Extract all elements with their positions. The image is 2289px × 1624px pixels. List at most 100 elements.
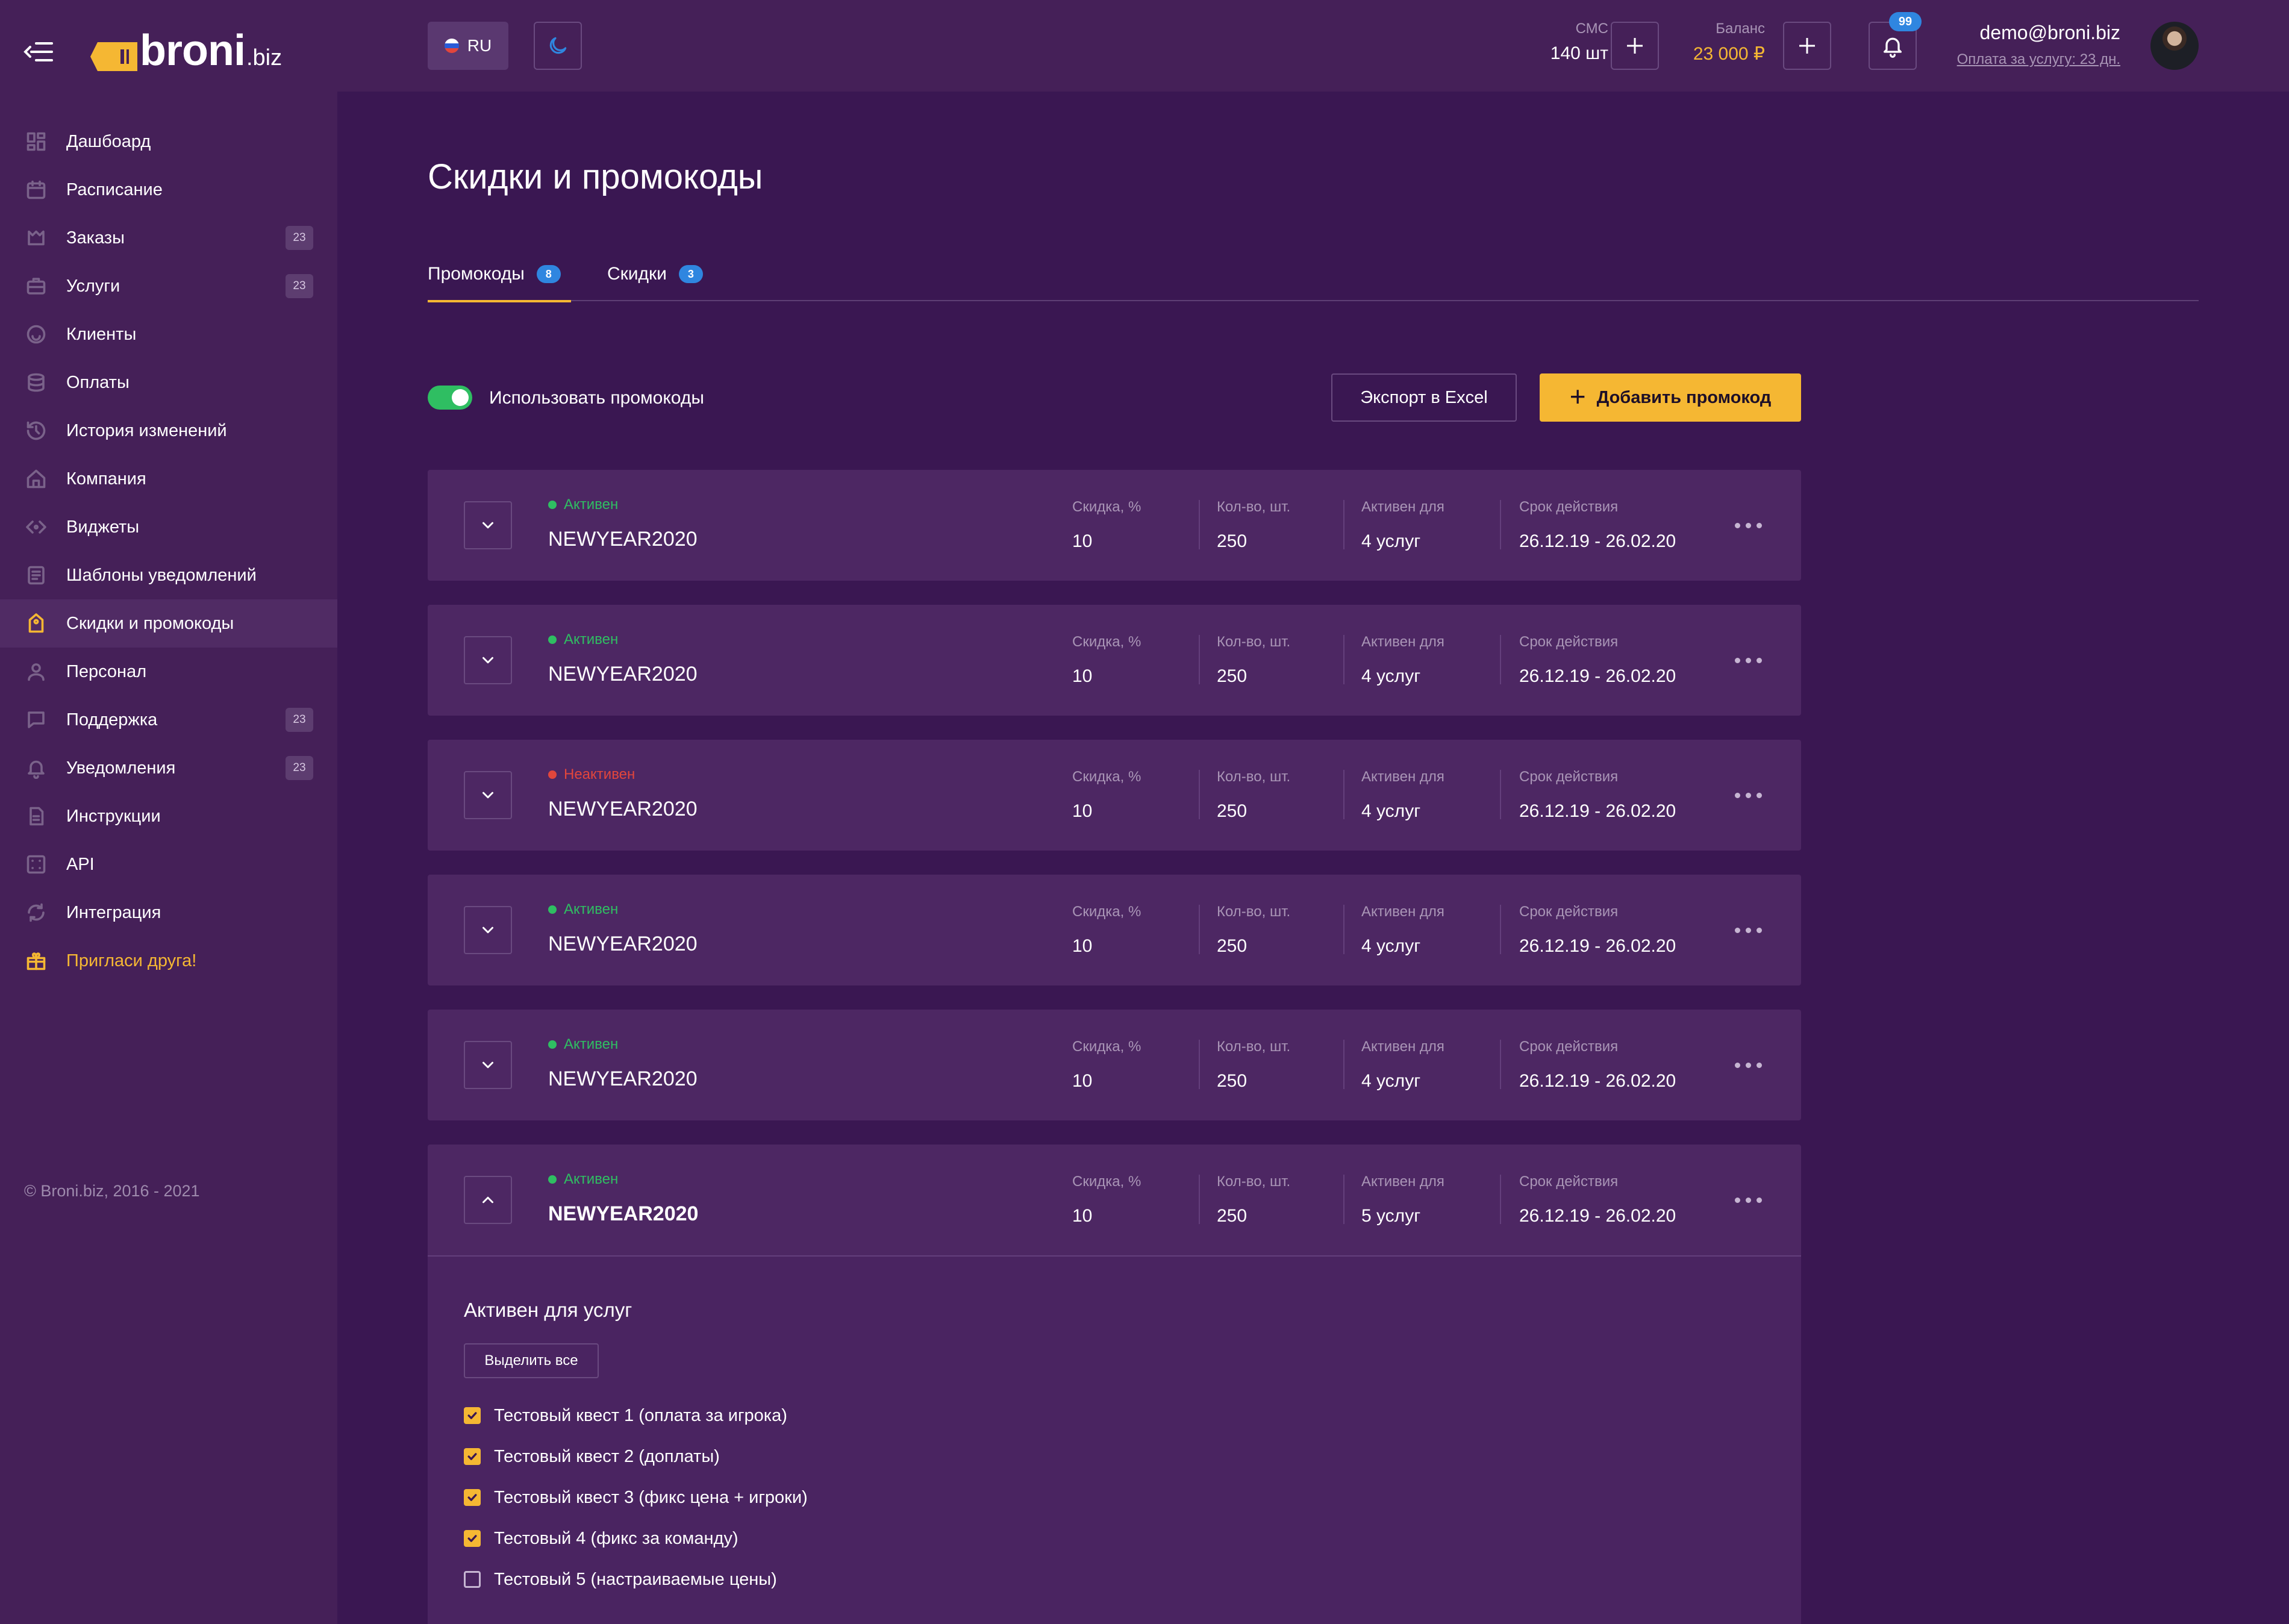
- sidebar-item-4[interactable]: Клиенты: [0, 310, 337, 358]
- promo-code: NEWYEAR2020: [548, 663, 698, 686]
- sidebar-item-badge: 23: [286, 756, 313, 780]
- tab-promocodes[interactable]: Промокоды 8: [428, 253, 571, 302]
- add-balance-button[interactable]: [1783, 22, 1831, 70]
- expand-button[interactable]: [464, 501, 512, 549]
- logo-text: broni: [140, 27, 246, 75]
- column-label: Активен для: [1361, 769, 1444, 785]
- export-excel-button[interactable]: Экспорт в Excel: [1331, 373, 1517, 422]
- notifications-button[interactable]: 99: [1869, 12, 1922, 70]
- service-checkbox-item[interactable]: Тестовый квест 1 (оплата за игрока): [464, 1404, 787, 1428]
- promo-active_for-column: Активен для 4 услуг: [1361, 769, 1444, 822]
- checkbox[interactable]: [464, 1407, 481, 1424]
- service-payment-link[interactable]: Оплата за услугу: 23 дн.: [1957, 51, 2120, 68]
- checkmark-icon: [467, 1412, 477, 1419]
- expand-button[interactable]: [464, 636, 512, 684]
- services-title: Активен для услуг: [464, 1299, 632, 1321]
- sidebar-item-12[interactable]: Поддержка 23: [0, 696, 337, 744]
- status-dot-icon: [548, 1175, 557, 1184]
- column-value: 4 услуг: [1361, 666, 1421, 686]
- column-value: 10: [1072, 1071, 1093, 1091]
- sidebar-item-11[interactable]: Персонал: [0, 648, 337, 696]
- bell-icon: [1884, 37, 1902, 58]
- promo-validity-column: Срок действия 26.12.19 - 26.02.20: [1519, 904, 1676, 957]
- sidebar-item-label: Пригласи друга!: [66, 951, 197, 970]
- service-label: Тестовый 4 (фикс за команду): [494, 1528, 739, 1548]
- sms-value: 140 шт: [1550, 43, 1608, 63]
- expand-button[interactable]: [464, 771, 512, 819]
- sidebar-item-label: Компания: [66, 469, 146, 489]
- more-options-icon[interactable]: [1735, 1198, 1762, 1203]
- expand-button[interactable]: [464, 906, 512, 954]
- sidebar-item-5[interactable]: Оплаты: [0, 358, 337, 407]
- add-sms-button[interactable]: [1611, 22, 1659, 70]
- checkbox[interactable]: [464, 1530, 481, 1547]
- sidebar-item-13[interactable]: Уведомления 23: [0, 744, 337, 792]
- sidebar-item-9[interactable]: Шаблоны уведомлений: [0, 551, 337, 599]
- sidebar-item-17[interactable]: Пригласи друга!: [0, 937, 337, 985]
- more-options-icon[interactable]: [1735, 658, 1762, 663]
- column-value: 4 услуг: [1361, 1071, 1421, 1091]
- column-divider: [1500, 905, 1501, 954]
- column-divider: [1500, 1175, 1501, 1224]
- service-checkbox-item[interactable]: Тестовый 4 (фикс за команду): [464, 1526, 739, 1551]
- sidebar-item-label: API: [66, 854, 95, 874]
- expand-button[interactable]: [464, 1041, 512, 1089]
- service-checkbox-item[interactable]: Тестовый 5 (настраиваемые цены): [464, 1567, 777, 1591]
- service-label: Тестовый квест 1 (оплата за игрока): [494, 1405, 787, 1425]
- column-label: Скидка, %: [1072, 499, 1141, 515]
- tab-count-badge: 3: [678, 265, 703, 283]
- sidebar-item-7[interactable]: Компания: [0, 455, 337, 503]
- column-label: Срок действия: [1519, 769, 1619, 785]
- promo-code: NEWYEAR2020: [548, 1067, 698, 1090]
- theme-toggle-button[interactable]: [534, 22, 582, 70]
- more-options-icon[interactable]: [1735, 523, 1762, 528]
- sidebar-item-15[interactable]: API: [0, 840, 337, 889]
- sidebar-item-1[interactable]: Расписание: [0, 166, 337, 214]
- document-icon: [24, 804, 48, 828]
- checkbox[interactable]: [464, 1571, 481, 1588]
- top-header: RU СМС 140 шт Баланс 23 000 ₽ 99 demo@br…: [337, 0, 2289, 92]
- logo[interactable]: broni .biz: [89, 27, 282, 75]
- sidebar-item-14[interactable]: Инструкции: [0, 792, 337, 840]
- chevron-down-icon: [482, 657, 493, 664]
- coins-icon: [24, 370, 48, 395]
- promo-validity-column: Срок действия 26.12.19 - 26.02.20: [1519, 769, 1676, 822]
- more-options-icon[interactable]: [1735, 1063, 1762, 1068]
- sidebar-item-2[interactable]: Заказы 23: [0, 214, 337, 262]
- more-options-icon[interactable]: [1735, 793, 1762, 798]
- briefcase-icon: [24, 274, 48, 298]
- column-label: Активен для: [1361, 634, 1444, 650]
- user-block[interactable]: demo@broni.biz Оплата за услугу: 23 дн.: [1957, 22, 2120, 68]
- add-promocode-button[interactable]: + Добавить промокод: [1540, 373, 1801, 422]
- avatar[interactable]: [2150, 22, 2199, 70]
- sidebar-item-16[interactable]: Интеграция: [0, 889, 337, 937]
- column-label: Скидка, %: [1072, 634, 1141, 650]
- column-label: Активен для: [1361, 1173, 1444, 1190]
- use-promocodes-toggle[interactable]: [428, 386, 472, 410]
- sms-stat: СМС 140 шт: [1524, 20, 1608, 64]
- sidebar-item-6[interactable]: История изменений: [0, 407, 337, 455]
- sidebar-item-8[interactable]: Виджеты: [0, 503, 337, 551]
- column-label: Срок действия: [1519, 499, 1619, 515]
- language-selector[interactable]: RU: [428, 22, 508, 70]
- sidebar-item-0[interactable]: Дашбоард: [0, 117, 337, 166]
- column-value: 250: [1217, 1206, 1248, 1226]
- tab-discounts[interactable]: Скидки 3: [607, 253, 716, 301]
- tag-icon: [24, 611, 48, 636]
- collapse-menu-icon[interactable]: [23, 40, 54, 64]
- service-checkbox-item[interactable]: Тестовый квест 2 (доплаты): [464, 1444, 720, 1469]
- promo-qty-column: Кол-во, шт. 250: [1217, 1038, 1290, 1092]
- select-all-button[interactable]: Выделить все: [464, 1343, 599, 1378]
- column-divider: [1500, 770, 1501, 819]
- sidebar-item-3[interactable]: Услуги 23: [0, 262, 337, 310]
- checkbox[interactable]: [464, 1489, 481, 1506]
- column-value: 26.12.19 - 26.02.20: [1519, 531, 1676, 551]
- tab-count-badge: 8: [536, 265, 561, 283]
- promo-qty-column: Кол-во, шт. 250: [1217, 769, 1290, 822]
- sidebar-item-10[interactable]: Скидки и промокоды: [0, 599, 337, 648]
- service-checkbox-item[interactable]: Тестовый квест 3 (фикс цена + игроки): [464, 1485, 808, 1510]
- checkbox[interactable]: [464, 1448, 481, 1465]
- more-options-icon[interactable]: [1735, 928, 1762, 933]
- status-label: Неактивен: [564, 766, 635, 782]
- collapse-button[interactable]: [464, 1176, 512, 1224]
